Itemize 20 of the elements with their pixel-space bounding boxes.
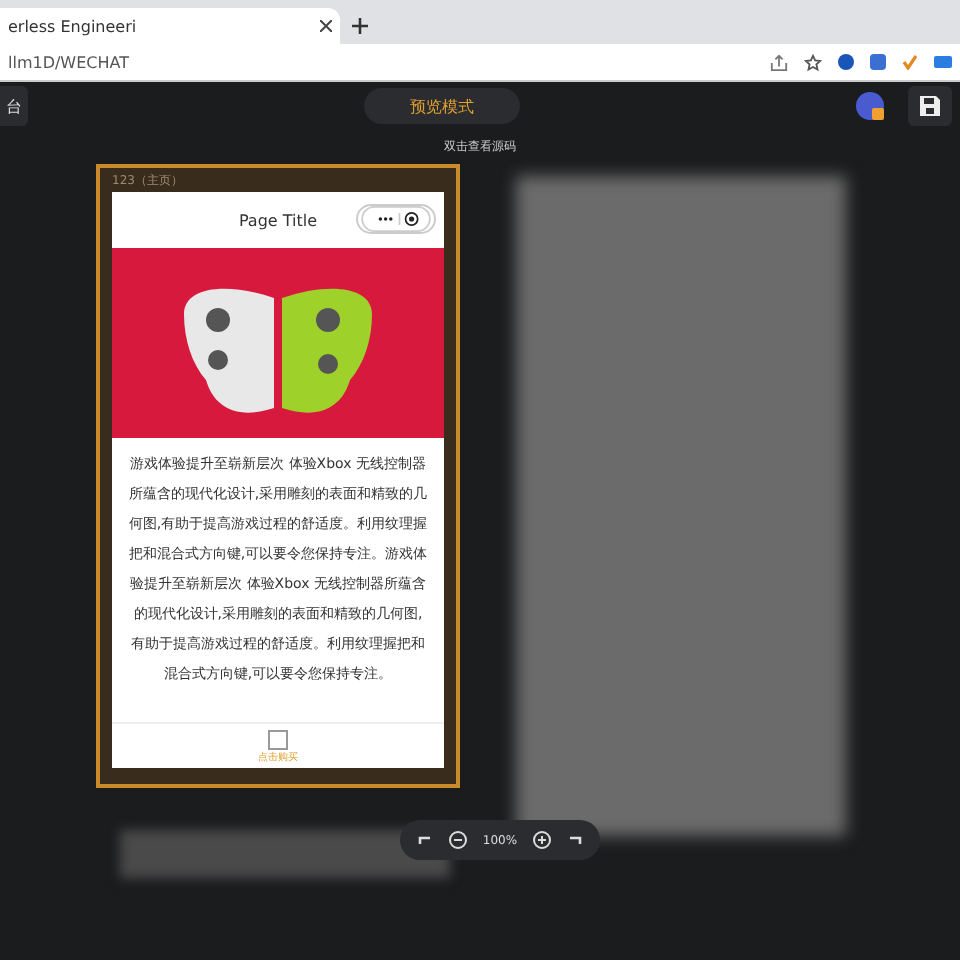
zoom-out-icon[interactable] (447, 830, 468, 850)
close-icon[interactable] (320, 20, 332, 32)
zoom-in-icon[interactable] (532, 830, 553, 850)
square-icon (268, 729, 288, 749)
star-icon[interactable] (804, 53, 822, 71)
undo-icon[interactable] (415, 832, 432, 848)
capsule-menu-icon[interactable] (356, 204, 436, 234)
browser-tab[interactable]: erless Engineeri (0, 8, 340, 44)
avatar-icon[interactable] (856, 92, 884, 120)
page-title: Page Title (238, 211, 318, 229)
url-text: llm1D/WECHAT (8, 53, 129, 71)
redo-icon[interactable] (568, 832, 585, 848)
save-button[interactable] (908, 86, 952, 126)
save-icon (920, 96, 940, 116)
sidebar-button[interactable]: 台 (0, 86, 28, 126)
new-tab-icon[interactable] (352, 18, 368, 34)
share-icon[interactable] (770, 53, 788, 71)
preview-mode-button[interactable]: 预览模式 (364, 88, 520, 124)
address-bar[interactable]: llm1D/WECHAT (0, 44, 960, 82)
tab-title: erless Engineeri (8, 17, 137, 35)
